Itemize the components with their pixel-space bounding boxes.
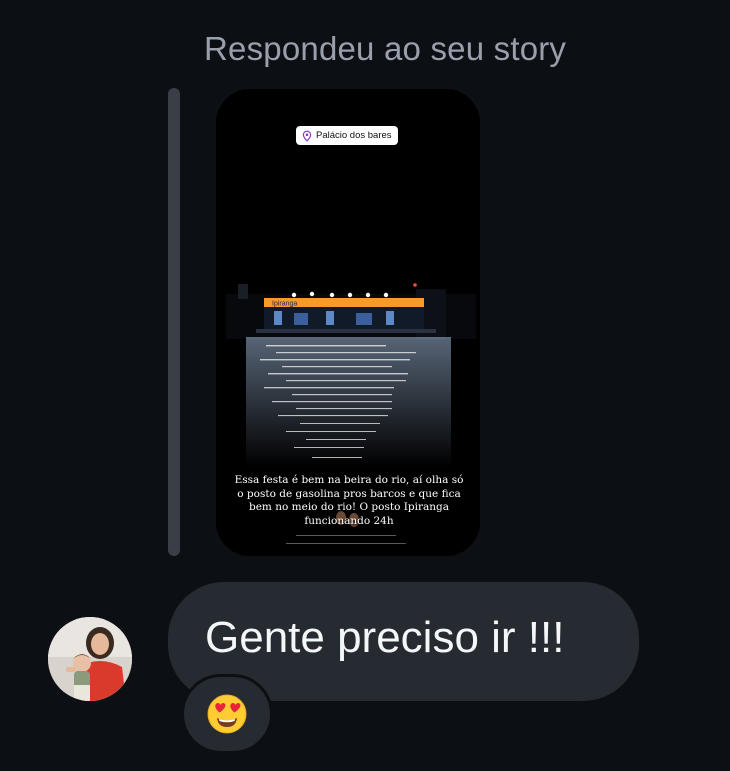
map-pin-icon	[302, 130, 312, 142]
chat-view: Respondeu ao seu story Ipiranga Palácio …	[0, 0, 730, 771]
avatar-photo	[48, 617, 132, 701]
story-reply-header: Respondeu ao seu story	[204, 30, 567, 67]
reaction-badge[interactable]	[181, 674, 273, 754]
message-text: Gente preciso ir !!!	[205, 613, 565, 662]
story-caption: Essa festa é bem na beira do rio, aí olh…	[234, 474, 464, 527]
reply-quote-bar	[168, 88, 180, 556]
location-sticker[interactable]: Palácio dos bares	[296, 126, 398, 145]
location-label: Palácio dos bares	[316, 130, 392, 141]
heart-eyes-emoji-icon	[207, 694, 247, 734]
avatar[interactable]	[48, 617, 132, 701]
station-sign: Ipiranga	[272, 301, 297, 308]
story-preview[interactable]: Ipiranga Palácio dos bares Essa festa é …	[216, 89, 480, 556]
